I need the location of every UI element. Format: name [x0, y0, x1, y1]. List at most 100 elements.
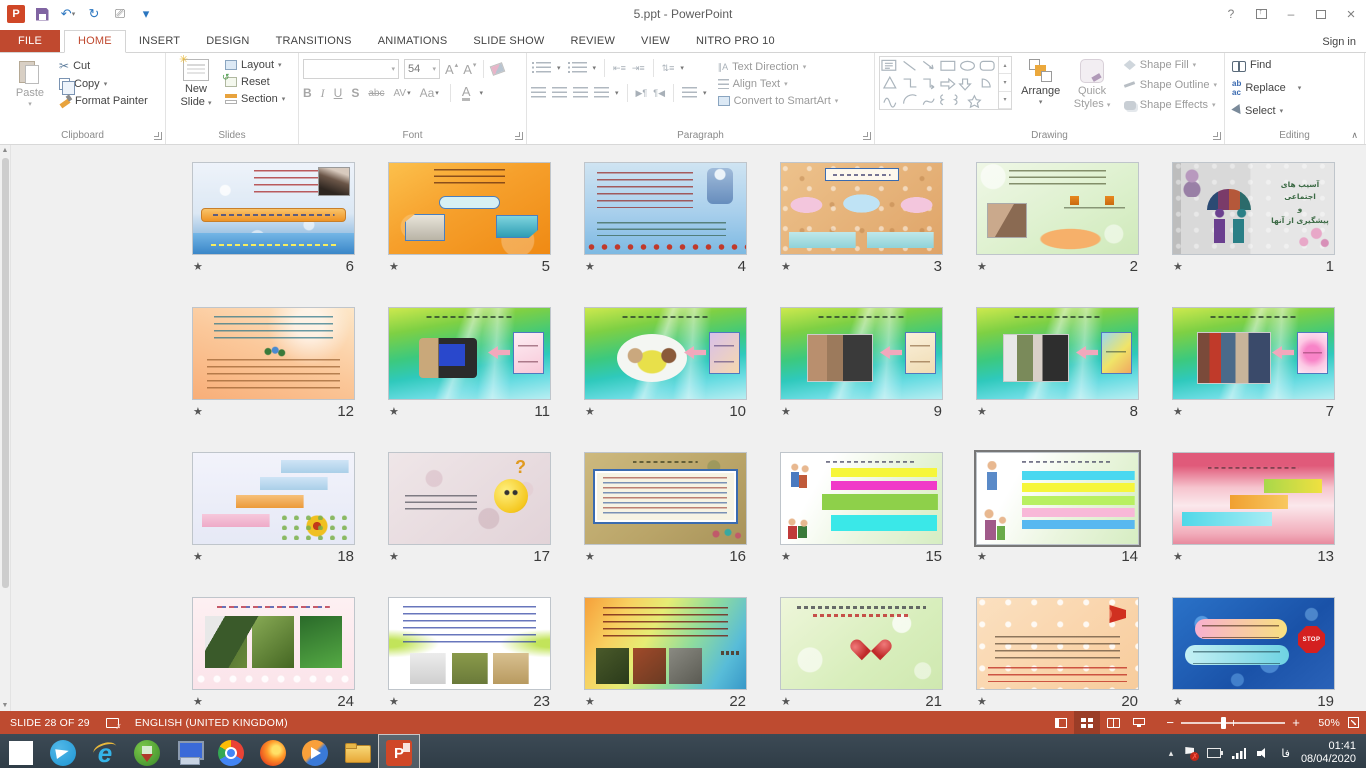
vertical-scrollbar[interactable]: ▲ ▼ — [0, 145, 11, 711]
quick-styles-button[interactable]: QuickStyles ▾ — [1069, 56, 1114, 112]
shape-fill-button[interactable]: Shape Fill▾ — [1121, 58, 1220, 72]
zoom-slider-thumb[interactable] — [1221, 717, 1226, 729]
sign-in-link[interactable]: Sign in — [1322, 36, 1356, 48]
copy-button[interactable]: Copy▾ — [56, 77, 151, 91]
increase-indent-icon[interactable]: ⇥≡ — [632, 63, 645, 74]
change-case-button[interactable]: Aa▾ — [420, 86, 439, 100]
shrink-font-button[interactable]: A▾ — [463, 62, 476, 77]
scroll-up-icon[interactable]: ▲ — [2, 145, 9, 156]
slide-4-thumbnail[interactable] — [584, 162, 747, 255]
collapse-ribbon-icon[interactable]: ∧ — [1351, 130, 1358, 141]
slide-12-thumbnail[interactable] — [192, 307, 355, 400]
rtl-direction-icon[interactable]: ¶◀ — [653, 88, 665, 99]
redo-icon[interactable]: ↻ — [84, 4, 104, 24]
slide-1-thumbnail[interactable]: آسیب های اجتماعی و پیشگیری از آنها — [1172, 162, 1335, 255]
justify-icon[interactable] — [594, 87, 609, 99]
taskbar-ie-button[interactable]: e — [84, 734, 126, 768]
slide-show-button[interactable] — [1126, 711, 1152, 734]
slide-23-thumbnail[interactable] — [388, 597, 551, 690]
reset-button[interactable]: Reset — [222, 75, 288, 89]
align-right-icon[interactable] — [573, 87, 588, 99]
decrease-indent-icon[interactable]: ⇤≡ — [613, 63, 626, 74]
tab-view[interactable]: VIEW — [628, 31, 683, 52]
paste-button[interactable]: Paste▾ — [4, 56, 56, 108]
slide-22-thumbnail[interactable] — [584, 597, 747, 690]
font-dialog-launcher[interactable] — [515, 132, 523, 140]
font-color-caret[interactable]: ▾ — [479, 89, 483, 97]
taskbar-start-button[interactable] — [0, 734, 42, 768]
shapes-scroll-up-icon[interactable]: ▴ — [999, 57, 1011, 74]
slide-11-thumbnail[interactable] — [388, 307, 551, 400]
minimize-icon[interactable]: – — [1276, 0, 1306, 28]
shapes-more-icon[interactable]: ▾ — [999, 92, 1011, 109]
shadow-button[interactable]: S — [351, 86, 359, 100]
grow-font-button[interactable]: A▴ — [445, 62, 458, 77]
taskbar-explorer-button[interactable] — [336, 734, 378, 768]
taskbar-telegram-button[interactable] — [42, 734, 84, 768]
ribbon-display-options-icon[interactable] — [1246, 0, 1276, 28]
format-painter-button[interactable]: Format Painter — [56, 94, 151, 108]
normal-view-button[interactable] — [1048, 711, 1074, 734]
zoom-level[interactable]: 50% — [1310, 717, 1340, 729]
slide-8-thumbnail[interactable] — [976, 307, 1139, 400]
customize-qat-icon[interactable]: ▾ — [136, 4, 156, 24]
paragraph-dialog-launcher[interactable] — [863, 132, 871, 140]
slide-17-thumbnail[interactable] — [388, 452, 551, 545]
slide-21-thumbnail[interactable] — [780, 597, 943, 690]
battery-icon[interactable] — [1207, 748, 1221, 758]
fit-to-window-button[interactable] — [1340, 711, 1366, 734]
shapes-gallery[interactable]: ▴ ▾ ▾ — [879, 56, 1012, 110]
cut-button[interactable]: ✂Cut — [56, 58, 151, 74]
align-left-icon[interactable] — [531, 87, 546, 99]
section-button[interactable]: Section▾ — [222, 92, 288, 106]
slide-24-thumbnail[interactable] — [192, 597, 355, 690]
italic-button[interactable]: I — [321, 86, 325, 101]
slide-14-thumbnail[interactable] — [976, 452, 1139, 545]
slide-10-thumbnail[interactable] — [584, 307, 747, 400]
slide-5-thumbnail[interactable] — [388, 162, 551, 255]
undo-icon[interactable]: ↶▾ — [58, 4, 78, 24]
spell-check-icon[interactable] — [106, 717, 119, 729]
clear-formatting-button[interactable] — [491, 64, 504, 74]
shape-effects-button[interactable]: Shape Effects▾ — [1121, 98, 1220, 112]
zoom-in-button[interactable]: + — [1292, 716, 1300, 729]
font-name-combo[interactable]: ▾ — [303, 59, 399, 79]
drawing-dialog-launcher[interactable] — [1213, 132, 1221, 140]
taskbar-chrome-button[interactable] — [210, 734, 252, 768]
line-spacing-icon[interactable]: ⇅≡ — [662, 63, 675, 74]
slide-7-thumbnail[interactable] — [1172, 307, 1335, 400]
slide-sorter-view-button[interactable] — [1074, 711, 1100, 734]
slide-16-thumbnail[interactable] — [584, 452, 747, 545]
columns-icon[interactable] — [682, 87, 697, 99]
find-button[interactable]: Find — [1229, 58, 1304, 72]
strikethrough-button[interactable]: abc — [368, 88, 384, 99]
tab-transitions[interactable]: TRANSITIONS — [263, 31, 365, 52]
slide-2-thumbnail[interactable] — [976, 162, 1139, 255]
tab-review[interactable]: REVIEW — [557, 31, 628, 52]
shapes-scroll-down-icon[interactable]: ▾ — [999, 74, 1011, 91]
numbering-icon[interactable] — [572, 62, 587, 74]
text-direction-button[interactable]: ∥AText Direction▾ — [715, 60, 842, 74]
slide-13-thumbnail[interactable] — [1172, 452, 1335, 545]
close-icon[interactable]: × — [1336, 0, 1366, 28]
volume-icon[interactable] — [1257, 748, 1270, 759]
character-spacing-button[interactable]: AV▾ — [393, 88, 410, 99]
slide-18-thumbnail[interactable] — [192, 452, 355, 545]
new-slide-button[interactable]: NewSlide ▾ — [170, 56, 222, 110]
align-center-icon[interactable] — [552, 87, 567, 99]
bold-button[interactable]: B — [303, 86, 312, 100]
input-language-indicator[interactable]: فا — [1281, 747, 1290, 760]
restore-icon[interactable] — [1306, 0, 1336, 28]
ltr-direction-icon[interactable]: ▶¶ — [636, 88, 648, 99]
network-signal-icon[interactable] — [1232, 748, 1246, 759]
tab-slide-show[interactable]: SLIDE SHOW — [460, 31, 557, 52]
slide-6-thumbnail[interactable] — [192, 162, 355, 255]
replace-button[interactable]: abacReplace▾ — [1229, 78, 1304, 98]
zoom-slider[interactable] — [1181, 722, 1285, 724]
help-icon[interactable]: ? — [1216, 0, 1246, 28]
tab-design[interactable]: DESIGN — [193, 31, 262, 52]
font-size-combo[interactable]: 54▾ — [404, 59, 440, 79]
start-slideshow-icon[interactable]: ⎚ — [110, 4, 130, 24]
arrange-button[interactable]: Arrange▾ — [1018, 56, 1063, 106]
scroll-down-icon[interactable]: ▼ — [2, 700, 9, 711]
